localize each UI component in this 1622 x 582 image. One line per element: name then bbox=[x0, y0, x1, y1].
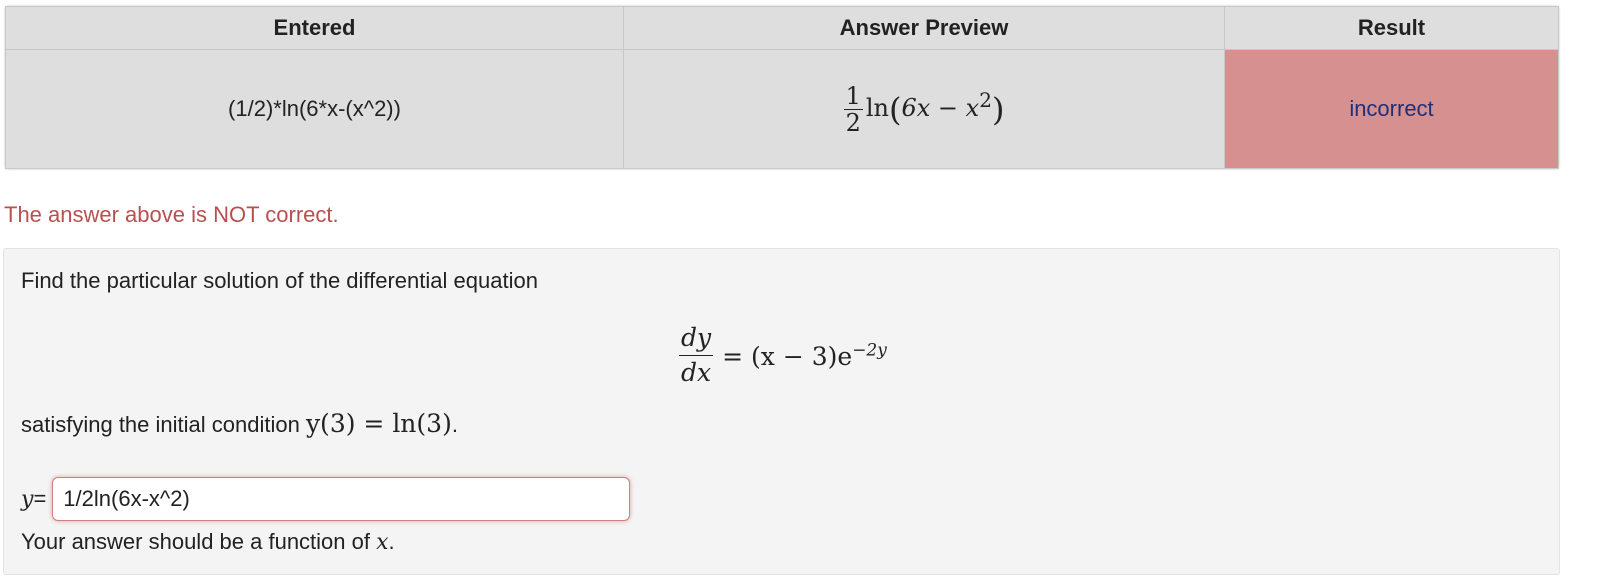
equation-rhs-text: = (x − 3)e bbox=[722, 341, 853, 371]
entered-cell: (1/2)*ln(6*x-(x^2)) bbox=[5, 49, 624, 169]
differential-equation: dy dx = (x − 3)e−2y bbox=[679, 321, 887, 390]
hint-end: . bbox=[388, 529, 395, 554]
preview-fraction: 1 2 bbox=[843, 81, 863, 137]
header-answer-preview: Answer Preview bbox=[623, 6, 1225, 50]
preview-fraction-numerator: 1 bbox=[843, 81, 863, 110]
equation-denominator: dx bbox=[681, 358, 712, 387]
preview-fraction-denominator: 2 bbox=[845, 108, 861, 137]
answer-row: y= bbox=[21, 477, 631, 521]
equation-exponent: −2y bbox=[852, 340, 887, 361]
preview-close-paren: ) bbox=[991, 90, 1005, 128]
answer-preview-cell: 1 2 ln(6x − x2) bbox=[623, 49, 1225, 169]
condition-math: y(3) = ln(3) bbox=[305, 409, 452, 438]
problem-box: Find the particular solution of the diff… bbox=[3, 248, 1560, 575]
answer-preview-math: 1 2 ln(6x − x2) bbox=[843, 83, 1004, 136]
hint-text: Your answer should be a function of bbox=[21, 529, 377, 554]
results-table: Entered Answer Preview Result (1/2)*ln(6… bbox=[5, 6, 1559, 169]
answer-label-var: y bbox=[21, 487, 34, 512]
preview-function: ln bbox=[865, 93, 889, 122]
answer-input[interactable] bbox=[52, 477, 631, 521]
result-cell: incorrect bbox=[1224, 49, 1559, 169]
answer-label-suffix: = bbox=[33, 486, 47, 511]
results-row: (1/2)*ln(6*x-(x^2)) 1 2 ln(6x − x2) inco… bbox=[5, 49, 1559, 169]
equation-rhs: = (x − 3)e−2y bbox=[722, 340, 887, 371]
initial-condition: satisfying the initial condition y(3) = … bbox=[21, 409, 458, 438]
header-result: Result bbox=[1224, 6, 1559, 50]
preview-exponent: 2 bbox=[979, 87, 992, 112]
preview-open-paren: ( bbox=[889, 90, 902, 128]
hint-var: x bbox=[376, 530, 389, 555]
condition-text: satisfying the initial condition bbox=[21, 412, 306, 437]
preview-inner: 6x − x bbox=[901, 93, 980, 122]
answer-label: y= bbox=[21, 486, 46, 512]
condition-end: . bbox=[451, 412, 458, 437]
results-header-row: Entered Answer Preview Result bbox=[5, 6, 1559, 50]
equation-fraction: dy dx bbox=[679, 321, 714, 390]
problem-intro: Find the particular solution of the diff… bbox=[21, 268, 538, 293]
status-message: The answer above is NOT correct. bbox=[4, 202, 339, 227]
header-entered: Entered bbox=[5, 6, 624, 50]
answer-hint: Your answer should be a function of x. bbox=[21, 529, 395, 555]
equation-numerator: dy bbox=[679, 321, 714, 356]
